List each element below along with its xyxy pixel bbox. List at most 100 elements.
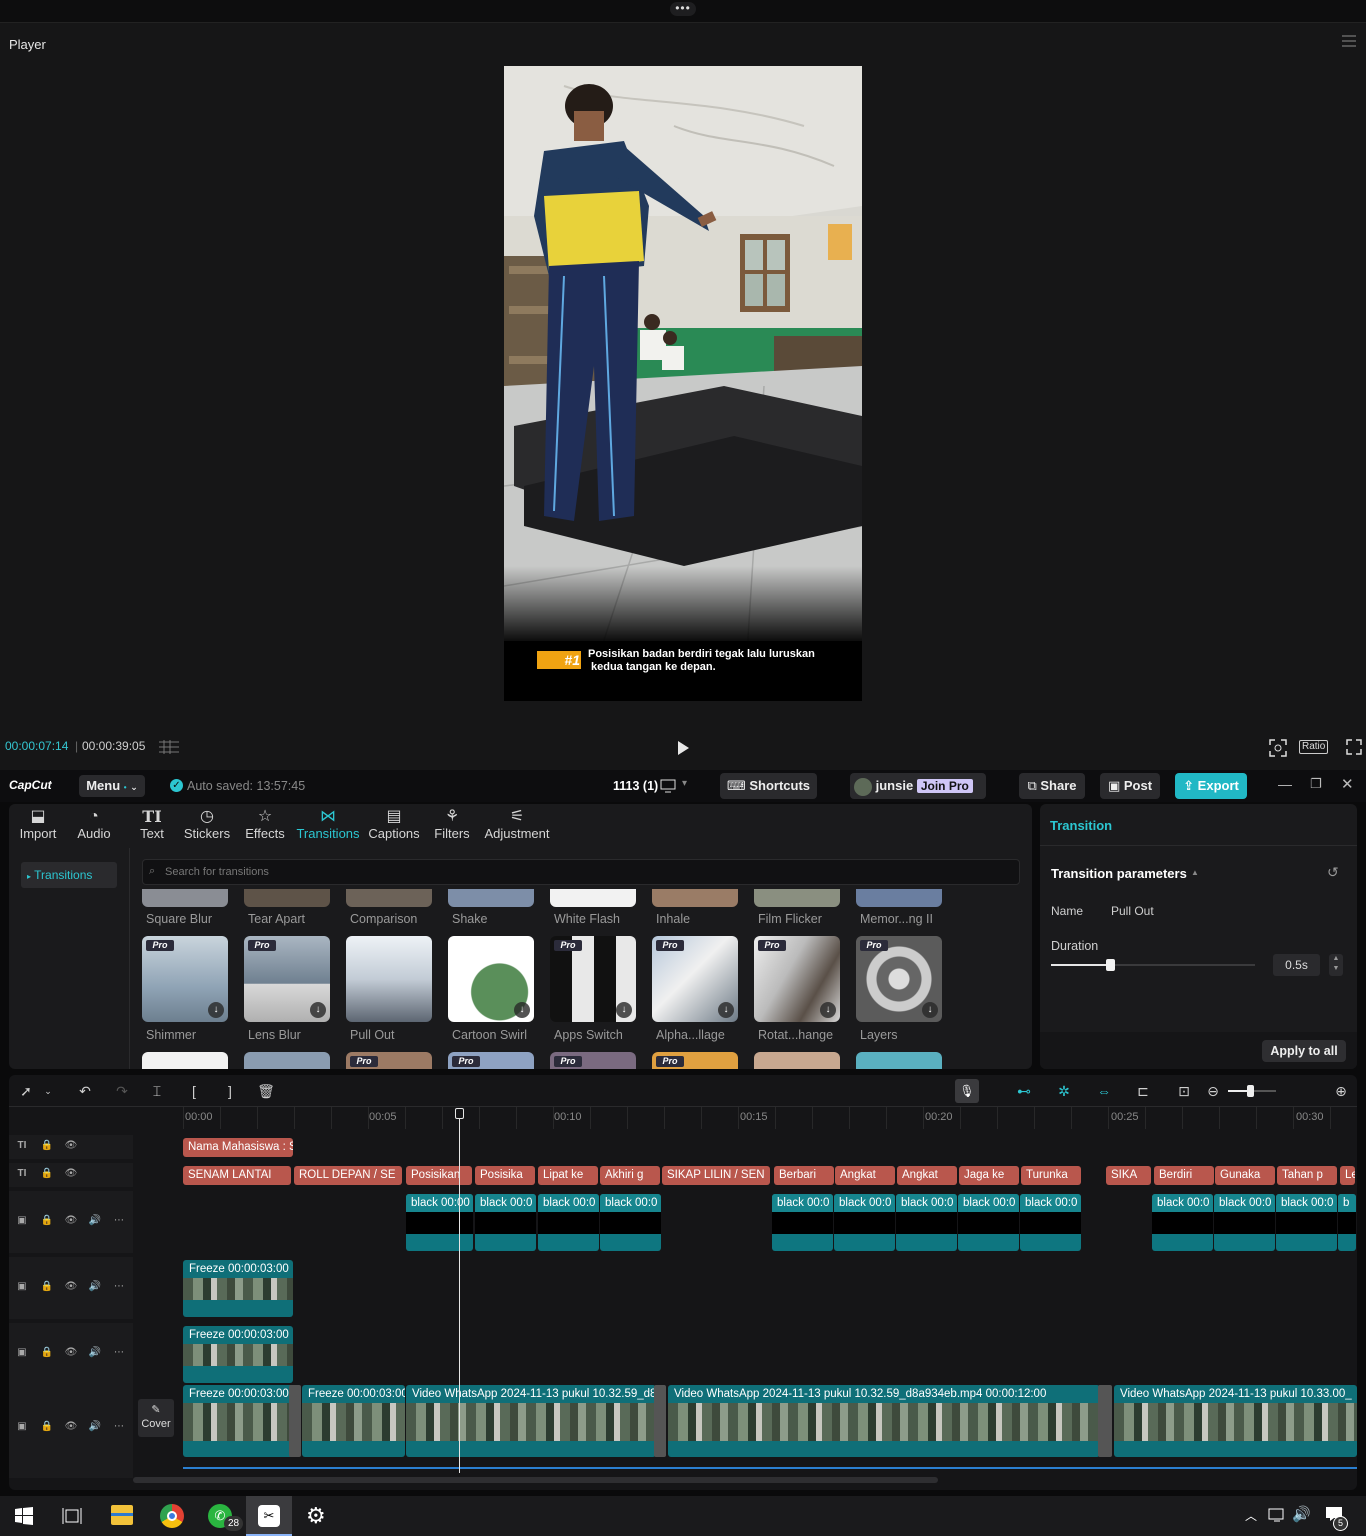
preview-axis-icon[interactable]: ⊏ <box>1134 1082 1152 1100</box>
transition-thumb[interactable]: Pro <box>550 1052 636 1069</box>
black-clip[interactable]: b <box>1338 1194 1356 1251</box>
black-clip[interactable]: black 00:0 <box>958 1194 1019 1251</box>
black-clip[interactable]: black 00:0 <box>896 1194 957 1251</box>
close-icon[interactable]: ✕ <box>1341 775 1354 793</box>
text-clip[interactable]: SENAM LANTAI <box>183 1166 291 1185</box>
tab-effects[interactable]: ☆ Effects <box>244 808 286 848</box>
split-icon[interactable]: ⌶ <box>148 1082 166 1100</box>
black-clip[interactable]: black 00:0 <box>1152 1194 1213 1251</box>
transition-thumb[interactable]: Pro <box>652 1052 738 1069</box>
zoom-in-icon[interactable]: ⊕ <box>1332 1082 1350 1100</box>
more-icon[interactable]: ⋯ <box>112 1347 126 1361</box>
hamburger-menu-icon[interactable] <box>1342 35 1356 47</box>
transition-thumb[interactable]: ↓ <box>754 889 840 907</box>
freeze-clip[interactable]: Freeze 00:00:03:00 <box>183 1326 293 1383</box>
transition-marker[interactable] <box>289 1385 301 1457</box>
lock-icon[interactable]: 🔒 <box>40 1281 54 1295</box>
collapse-icon[interactable]: ▲ <box>1191 868 1199 877</box>
text-clip[interactable]: Nama Mahasiswa : S <box>183 1138 293 1157</box>
search-input[interactable]: Search for transitions <box>142 859 1020 885</box>
main-clip[interactable]: Freeze 00:00:03:00 <box>183 1385 293 1457</box>
transition-thumb-rotate-change[interactable]: Pro ↓ <box>754 936 840 1022</box>
undo-icon[interactable]: ↶ <box>76 1082 94 1100</box>
capcut-taskbar-item[interactable]: ✂ <box>246 1496 292 1536</box>
duration-stepper[interactable]: ▲ ▼ <box>1329 954 1343 976</box>
transition-thumb[interactable]: ↓ <box>652 889 738 907</box>
transition-thumb-apps-switch[interactable]: Pro ↓ <box>550 936 636 1022</box>
playhead[interactable] <box>459 1109 460 1473</box>
chevron-down-icon[interactable]: ▾ <box>682 778 687 789</box>
transition-thumb-cartoon-swirl[interactable]: ↓ <box>448 936 534 1022</box>
transition-thumb[interactable]: Pro <box>346 1052 432 1069</box>
transition-thumb[interactable] <box>856 1052 942 1069</box>
duration-slider[interactable] <box>1051 959 1255 971</box>
file-explorer-icon[interactable] <box>111 1505 133 1525</box>
magnet-icon[interactable]: ⊷ <box>1015 1082 1033 1100</box>
duration-input[interactable]: 0.5s <box>1273 954 1320 976</box>
black-clip[interactable]: black 00:0 <box>600 1194 661 1251</box>
text-clip[interactable]: Jaga ke <box>959 1166 1019 1185</box>
text-clip[interactable]: Akhiri g <box>600 1166 660 1185</box>
reset-icon[interactable]: ↺ <box>1327 864 1339 881</box>
tab-import[interactable]: ⬓ Import <box>17 808 59 848</box>
more-icon[interactable]: ⋯ <box>112 1281 126 1295</box>
transition-thumb-layers[interactable]: Pro ↓ <box>856 936 942 1022</box>
fullscreen-icon[interactable] <box>1346 739 1362 755</box>
share-button[interactable]: ⧉ Share <box>1019 773 1085 799</box>
transition-thumb[interactable]: Pro <box>448 1052 534 1069</box>
tab-transitions[interactable]: ⋈ Transitions <box>296 808 360 848</box>
freeze-clip[interactable]: Freeze 00:00:03:00 <box>183 1260 293 1317</box>
eye-icon[interactable]: 👁 <box>64 1421 78 1435</box>
eye-icon[interactable]: 👁 <box>64 1140 78 1154</box>
sidebar-item-transitions[interactable]: ▸ Transitions <box>21 862 117 888</box>
text-clip[interactable]: Angkat <box>835 1166 895 1185</box>
black-clip[interactable]: black 00:00 <box>406 1194 473 1251</box>
text-clip[interactable]: Turunka <box>1021 1166 1081 1185</box>
main-clip[interactable]: Video WhatsApp 2024-11-13 pukul 10.32.59… <box>406 1385 656 1457</box>
eye-icon[interactable]: 👁 <box>64 1281 78 1295</box>
text-clip[interactable]: Posisikan <box>406 1166 472 1185</box>
eye-icon[interactable]: 👁 <box>64 1347 78 1361</box>
transition-thumb[interactable]: ↓ <box>346 889 432 907</box>
zoom-out-icon[interactable]: ⊖ <box>1204 1082 1222 1100</box>
chevron-down-icon[interactable]: ⌄ <box>39 1082 57 1100</box>
fit-screen-icon[interactable] <box>1268 738 1288 758</box>
link-icon[interactable]: ⇔ <box>1095 1082 1113 1100</box>
microphone-icon[interactable]: 🎙 <box>955 1079 979 1103</box>
playhead-handle[interactable] <box>455 1108 464 1119</box>
zoom-slider[interactable] <box>1228 1085 1276 1097</box>
text-clip[interactable]: Tahan p <box>1277 1166 1337 1185</box>
text-clip[interactable]: Berbari <box>774 1166 834 1185</box>
transition-thumb[interactable] <box>244 1052 330 1069</box>
lock-icon[interactable]: 🔒 <box>40 1347 54 1361</box>
main-clip[interactable]: Freeze 00:00:03:00 <box>302 1385 405 1457</box>
text-clip[interactable]: Le <box>1340 1166 1355 1185</box>
minimize-icon[interactable]: — <box>1278 776 1292 792</box>
menu-button[interactable]: Menu • ⌄ <box>79 775 145 797</box>
duration-slider-handle[interactable] <box>1106 959 1116 971</box>
transition-marker[interactable] <box>654 1385 666 1457</box>
text-clip[interactable]: Lipat ke <box>538 1166 598 1185</box>
speaker-icon[interactable]: 🔊 <box>88 1281 102 1295</box>
tab-filters[interactable]: ⚘ Filters <box>433 808 471 848</box>
transition-thumb[interactable]: ↓ <box>550 889 636 907</box>
lock-icon[interactable]: 🔒 <box>40 1140 54 1154</box>
transition-thumb[interactable]: ↓ <box>142 889 228 907</box>
video-preview[interactable]: #1 Posisikan badan berdiri tegak lalu lu… <box>504 66 862 701</box>
auto-snap-icon[interactable]: ✲ <box>1055 1082 1073 1100</box>
cover-button[interactable]: ✎ Cover <box>138 1399 174 1437</box>
task-view-icon[interactable] <box>62 1507 82 1525</box>
zoom-slider-handle[interactable] <box>1247 1085 1254 1097</box>
lock-icon[interactable]: 🔒 <box>40 1421 54 1435</box>
transition-thumb[interactable]: ↓ <box>856 889 942 907</box>
black-clip[interactable]: black 00:0 <box>1276 1194 1337 1251</box>
more-icon[interactable]: ⋯ <box>112 1421 126 1435</box>
main-clip[interactable]: Video WhatsApp 2024-11-13 pukul 10.33.00… <box>1114 1385 1357 1457</box>
transition-thumb-shimmer[interactable]: Pro ↓ <box>142 936 228 1022</box>
transition-thumb-lens-blur[interactable]: Pro ↓ <box>244 936 330 1022</box>
select-tool-icon[interactable]: ➚ <box>17 1082 35 1100</box>
timeline-scrollbar[interactable] <box>133 1477 938 1483</box>
network-icon[interactable] <box>1268 1507 1286 1523</box>
restore-icon[interactable]: ❐ <box>1310 776 1322 792</box>
main-clip[interactable]: Video WhatsApp 2024-11-13 pukul 10.32.59… <box>668 1385 1100 1457</box>
